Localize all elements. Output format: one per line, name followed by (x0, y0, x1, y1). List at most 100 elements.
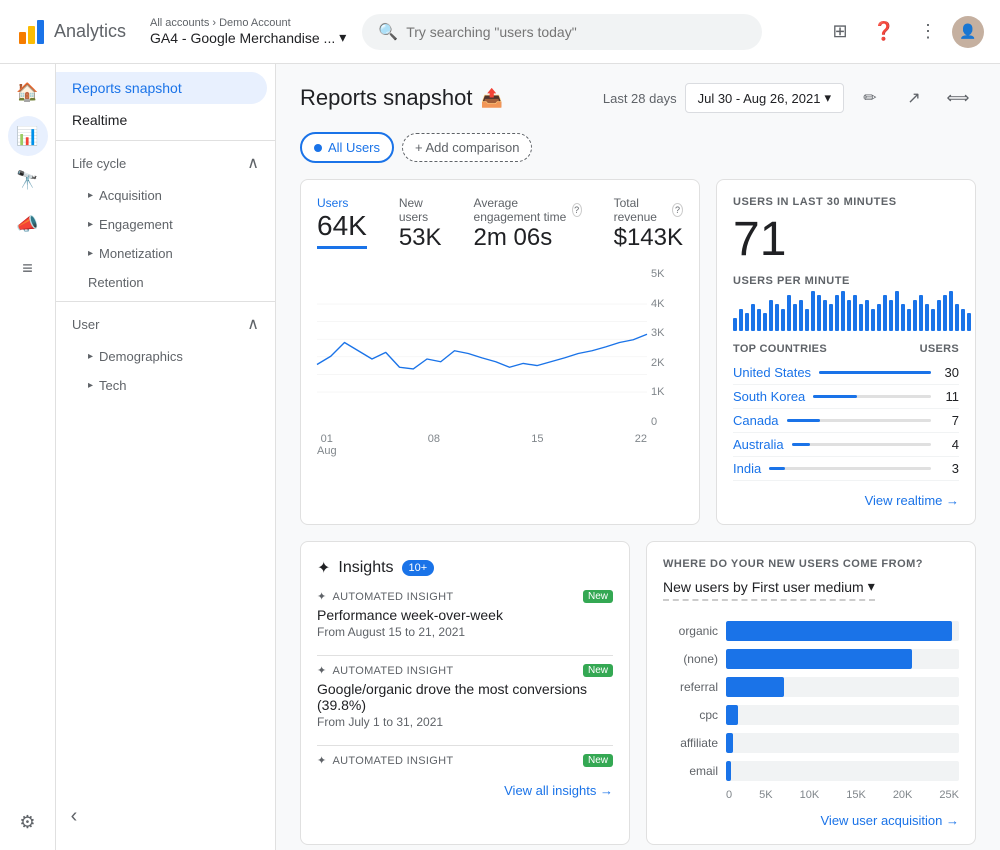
country-bar (813, 395, 857, 398)
sidebar-item-tech[interactable]: ▸ Tech (56, 371, 275, 400)
realtime-bar-chart (733, 291, 959, 331)
user-collapse-icon: ∧ (247, 314, 259, 334)
realtime-card: USERS IN LAST 30 MINUTES 71 USERS PER MI… (716, 179, 976, 525)
h-bar-channel-label: referral (663, 680, 718, 694)
metric-new-users-label: New users (399, 196, 442, 224)
h-bar-fill (726, 733, 733, 753)
settings-icon-btn[interactable]: ⚙ (8, 802, 48, 842)
view-acquisition-link[interactable]: View user acquisition → (663, 813, 959, 828)
y-label-3k: 3K (651, 327, 679, 339)
metric-revenue[interactable]: Total revenue ? $143K (614, 196, 683, 252)
h-bar-fill (726, 677, 784, 697)
edit-report-btn[interactable]: ✏ (852, 80, 888, 116)
country-bar-bg (813, 395, 931, 398)
date-range-selector[interactable]: Jul 30 - Aug 26, 2021 ▾ (685, 83, 844, 113)
metric-users-underline (317, 246, 367, 249)
country-bar (787, 419, 820, 422)
sidebar-item-engagement[interactable]: ▸ Engagement (56, 210, 275, 239)
country-row: South Korea 11 (733, 385, 959, 409)
more-menu-icon-btn[interactable]: ⋮ (908, 12, 948, 52)
metric-engagement[interactable]: Average engagement time ? 2m 06s (474, 196, 582, 252)
realtime-header: USERS IN LAST 30 MINUTES (733, 196, 959, 208)
edit-icon: ✏ (863, 88, 876, 108)
sidebar-item-demographics[interactable]: ▸ Demographics (56, 342, 275, 371)
sidebar-item-reports-snapshot[interactable]: Reports snapshot (56, 72, 267, 104)
realtime-bar (967, 313, 971, 331)
realtime-bar (817, 295, 821, 331)
account-select[interactable]: GA4 - Google Merchandise ... ▾ (150, 29, 346, 46)
realtime-bar (793, 304, 797, 331)
add-comparison-btn[interactable]: + Add comparison (402, 133, 532, 162)
sidebar-icon-explore[interactable]: 🔭 (8, 160, 48, 200)
realtime-bar (919, 295, 923, 331)
realtime-bar (913, 300, 917, 331)
sidebar-item-retention[interactable]: Retention (56, 268, 275, 297)
country-row: United States 30 (733, 361, 959, 385)
metric-users-value: 64K (317, 210, 367, 242)
page-title: Reports snapshot (300, 85, 472, 111)
metric-users[interactable]: Users 64K (317, 196, 367, 252)
apps-icon-btn[interactable]: ⊞ (820, 12, 860, 52)
realtime-bar (931, 309, 935, 331)
x-label-2: 08 (428, 433, 440, 445)
compare-btn[interactable]: ⟺ (940, 80, 976, 116)
countries-list: United States 30 South Korea 11 Canada 7… (733, 361, 959, 481)
y-label-0: 0 (651, 416, 679, 428)
sidebar-collapse-btn[interactable]: ‹ (56, 798, 92, 834)
icon-sidebar-bottom: ⚙ (8, 802, 48, 842)
chart-selector-arrow-icon: ▾ (868, 578, 875, 595)
apps-grid-icon: ⊞ (832, 21, 847, 42)
export-icon[interactable]: 📤 (480, 88, 502, 109)
sidebar-icon-home[interactable]: 🏠 (8, 72, 48, 112)
h-bar-row: (none) (663, 649, 959, 669)
main-layout: 🏠 📊 🔭 📣 ≡ ⚙ Reports snapshot Realtime Li… (0, 64, 1000, 850)
sidebar-icon-reports[interactable]: 📊 (8, 116, 48, 156)
realtime-bar (925, 304, 929, 331)
metric-revenue-label: Total revenue ? (614, 196, 683, 224)
h-bar-channel-label: cpc (663, 708, 718, 722)
horiz-bar-chart: organic (none) referral cpc affiliate (663, 621, 959, 781)
sidebar-icon-advertising[interactable]: 📣 (8, 204, 48, 244)
insight-type-label-2: ✦ AUTOMATED INSIGHT (317, 664, 453, 677)
sidebar-item-acquisition[interactable]: ▸ Acquisition (56, 181, 275, 210)
all-users-chip[interactable]: All Users (300, 132, 394, 163)
insight-sparkle-icon-2: ✦ (317, 664, 327, 677)
country-users: 11 (939, 389, 959, 404)
realtime-count: 71 (733, 212, 959, 267)
realtime-bar (961, 309, 965, 331)
h-bar-channel-label: (none) (663, 652, 718, 666)
realtime-bar (877, 304, 881, 331)
h-bar-row: referral (663, 677, 959, 697)
view-realtime-link[interactable]: View realtime → (733, 493, 959, 508)
metric-engagement-value: 2m 06s (474, 224, 582, 252)
sidebar-icon-configure[interactable]: ≡ (8, 248, 48, 288)
realtime-bar (859, 304, 863, 331)
sidebar-item-label-acquisition: Acquisition (99, 188, 162, 203)
user-avatar[interactable]: 👤 (952, 16, 984, 48)
chart-selector[interactable]: New users by First user medium ▾ (663, 578, 875, 601)
view-all-insights-link[interactable]: View all insights → (317, 783, 613, 798)
h-bar-fill (726, 649, 912, 669)
metric-revenue-value: $143K (614, 224, 683, 252)
h-bar-fill (726, 621, 952, 641)
lifecycle-section-header[interactable]: Life cycle ∧ (56, 145, 275, 181)
help-icon-btn[interactable]: ❓ (864, 12, 904, 52)
insight-type-row-1: ✦ AUTOMATED INSIGHT New (317, 590, 613, 603)
monetization-arrow-icon: ▸ (88, 248, 93, 259)
sidebar-item-monetization[interactable]: ▸ Monetization (56, 239, 275, 268)
insights-badge: 10+ (402, 560, 435, 576)
insight-title-2: Google/organic drove the most conversion… (317, 681, 613, 713)
realtime-bar (751, 304, 755, 331)
realtime-bar (871, 309, 875, 331)
realtime-bar (769, 300, 773, 331)
search-bar[interactable]: 🔍 (362, 14, 762, 50)
metric-new-users[interactable]: New users 53K (399, 196, 442, 252)
realtime-bar (739, 309, 743, 331)
country-name: India (733, 461, 761, 476)
user-section-header[interactable]: User ∧ (56, 306, 275, 342)
date-range-value: Jul 30 - Aug 26, 2021 (698, 91, 821, 106)
search-input[interactable] (406, 24, 746, 40)
share-btn[interactable]: ↗ (896, 80, 932, 116)
sidebar-item-realtime[interactable]: Realtime (56, 104, 267, 136)
insight-desc-2: From July 1 to 31, 2021 (317, 715, 613, 729)
